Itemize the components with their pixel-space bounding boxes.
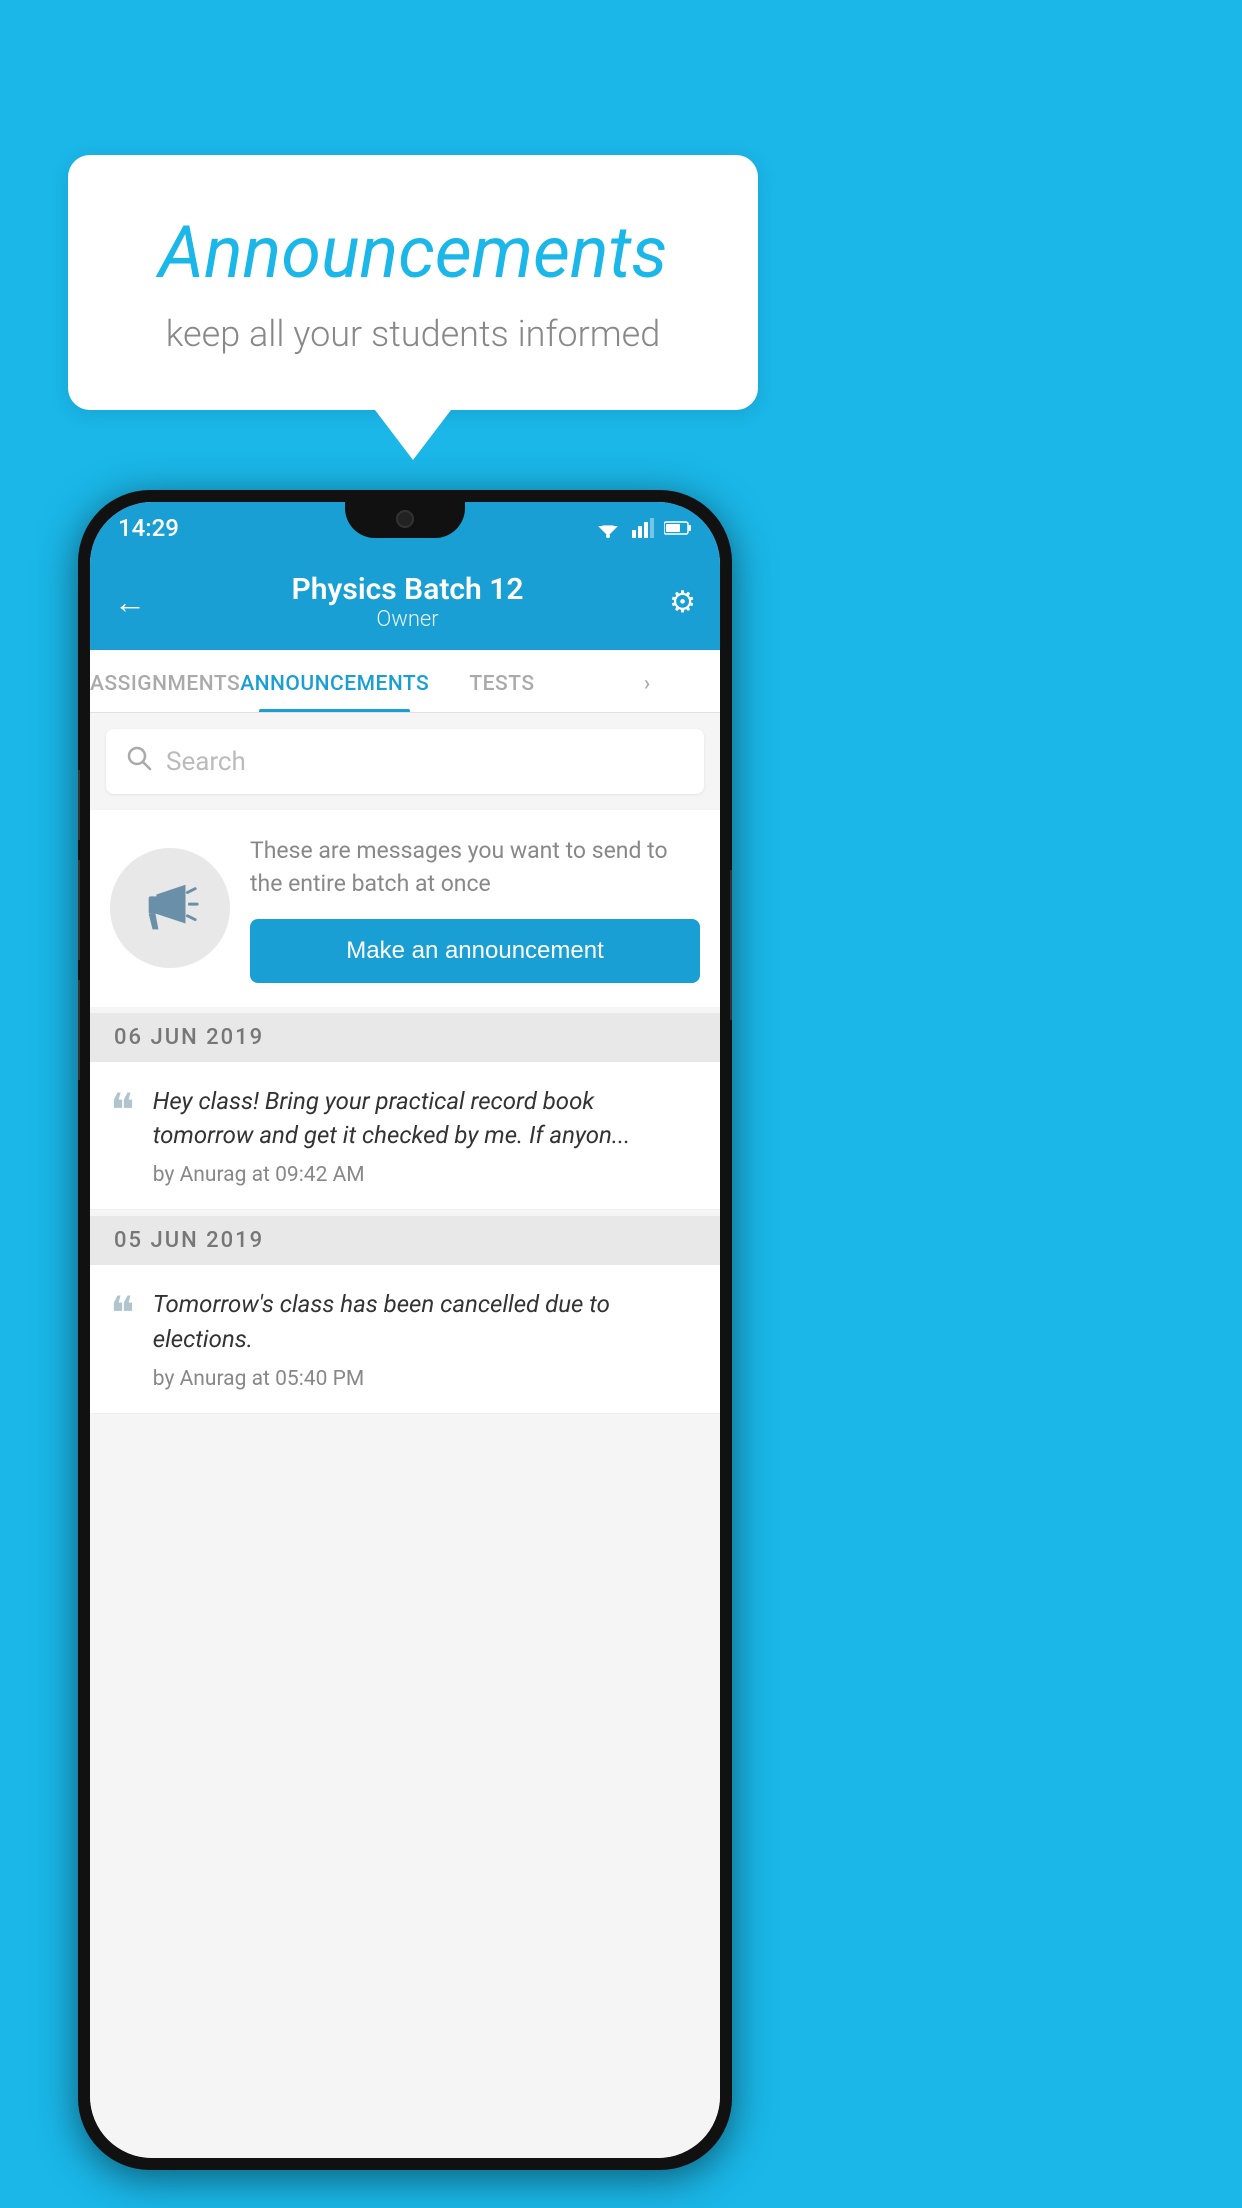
phone-inner: 14:29 — [90, 502, 720, 2158]
back-button[interactable]: ← — [114, 583, 146, 621]
announcement-message-0: Hey class! Bring your practical record b… — [153, 1084, 700, 1154]
announcement-item-0[interactable]: ❝ Hey class! Bring your practical record… — [90, 1062, 720, 1211]
announcement-description: These are messages you want to send to t… — [250, 834, 700, 901]
search-icon — [126, 745, 152, 778]
tab-more[interactable]: › — [575, 650, 720, 712]
user-role: Owner — [146, 607, 669, 632]
announcement-meta-1: by Anurag at 05:40 PM — [153, 1367, 700, 1391]
speech-bubble-container: Announcements keep all your students inf… — [68, 155, 758, 460]
date-separator-jun5: 05 JUN 2019 — [90, 1216, 720, 1265]
announcement-message-1: Tomorrow's class has been cancelled due … — [153, 1287, 700, 1357]
announcement-text-group: Hey class! Bring your practical record b… — [153, 1084, 700, 1188]
quote-icon-2: ❝ — [110, 1291, 135, 1337]
side-button-volume-down2 — [78, 980, 80, 1080]
side-button-power — [730, 870, 732, 1020]
app-header: ← Physics Batch 12 Owner ⚙ — [90, 554, 720, 650]
search-placeholder: Search — [166, 747, 246, 777]
announcement-meta-0: by Anurag at 09:42 AM — [153, 1163, 700, 1187]
announcement-icon-circle — [110, 848, 230, 968]
speech-bubble: Announcements keep all your students inf… — [68, 155, 758, 410]
batch-title: Physics Batch 12 — [146, 572, 669, 607]
notch — [345, 502, 465, 538]
speech-bubble-title: Announcements — [118, 210, 708, 295]
wifi-icon — [594, 518, 622, 538]
tabs-bar: ASSIGNMENTS ANNOUNCEMENTS TESTS › — [90, 650, 720, 713]
announcement-item-1[interactable]: ❝ Tomorrow's class has been cancelled du… — [90, 1265, 720, 1414]
date-separator-jun6: 06 JUN 2019 — [90, 1013, 720, 1062]
side-button-volume-up — [78, 770, 80, 840]
battery-icon — [664, 520, 692, 536]
phone-screen: 14:29 — [90, 502, 720, 2158]
announcement-text-group-1: Tomorrow's class has been cancelled due … — [153, 1287, 700, 1391]
phone-frame: 14:29 — [78, 490, 732, 2170]
signal-icon — [632, 518, 654, 538]
tab-assignments[interactable]: ASSIGNMENTS — [90, 650, 240, 712]
status-bar: 14:29 — [90, 502, 720, 554]
make-announcement-button[interactable]: Make an announcement — [250, 919, 700, 983]
search-bar[interactable]: Search — [106, 729, 704, 794]
speech-bubble-arrow — [375, 410, 451, 460]
megaphone-icon — [139, 877, 201, 939]
announcement-prompt-card: These are messages you want to send to t… — [90, 810, 720, 1007]
front-camera — [396, 510, 414, 528]
settings-icon[interactable]: ⚙ — [669, 585, 696, 620]
status-icons — [594, 518, 692, 538]
status-time: 14:29 — [118, 514, 179, 542]
quote-icon: ❝ — [110, 1088, 135, 1134]
header-title-group: Physics Batch 12 Owner — [146, 572, 669, 632]
announcement-info: These are messages you want to send to t… — [250, 834, 700, 983]
tab-tests[interactable]: TESTS — [429, 650, 574, 712]
content-area: Search Thes — [90, 713, 720, 2158]
speech-bubble-subtitle: keep all your students informed — [118, 313, 708, 355]
tab-announcements[interactable]: ANNOUNCEMENTS — [240, 650, 429, 712]
side-button-volume-down — [78, 860, 80, 960]
